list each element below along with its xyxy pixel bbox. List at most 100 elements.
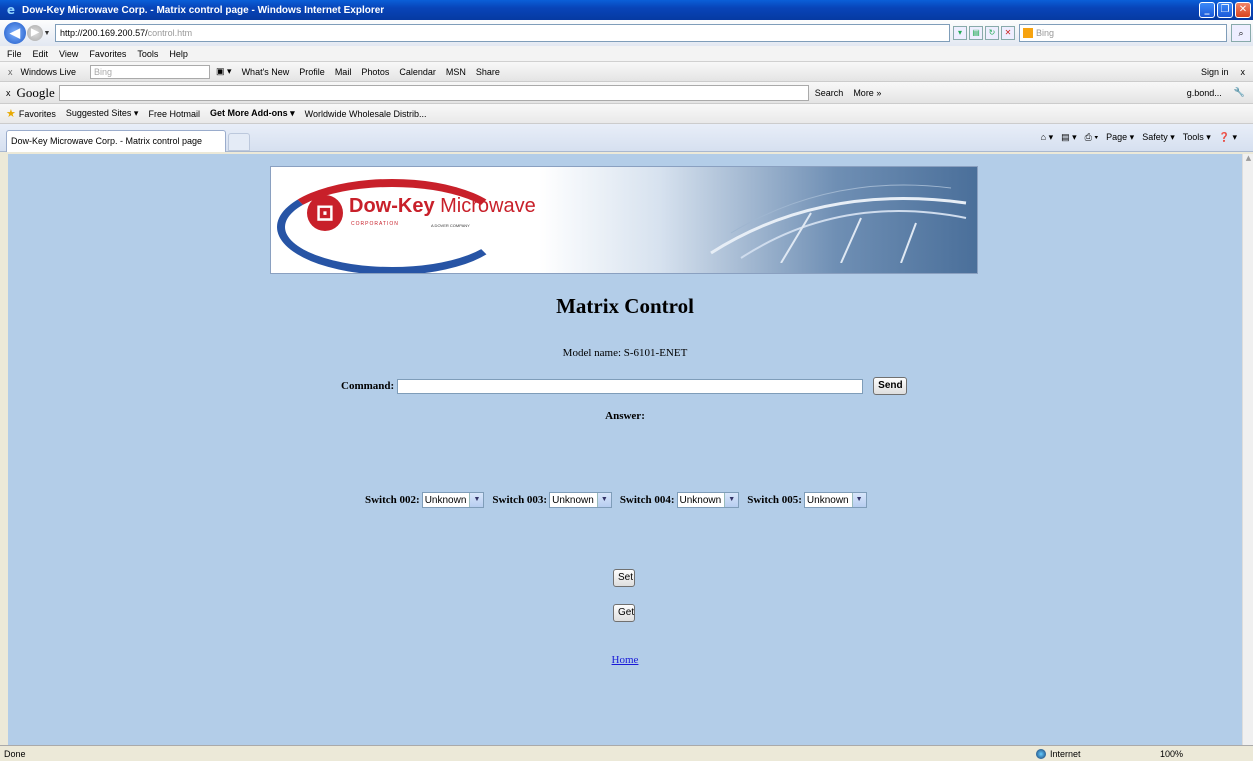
wl-search-input[interactable]: Bing — [90, 64, 211, 79]
search-icon[interactable]: ⌕ — [1231, 24, 1251, 42]
tab-title: Dow-Key Microwave Corp. - Matrix control… — [11, 136, 203, 146]
switch-select[interactable]: Unknown ▼ — [803, 492, 867, 508]
zoom-level[interactable]: 100% — [1160, 749, 1183, 759]
cmd-tools[interactable]: Tools ▾ — [1183, 132, 1211, 143]
wrench-icon[interactable]: 🔧 — [1234, 87, 1245, 98]
get-button[interactable]: Get — [613, 604, 635, 622]
answer-label: Answer: — [605, 410, 645, 422]
address-dropdown-icon[interactable]: ▾ — [953, 26, 967, 40]
search-placeholder: Bing — [1036, 28, 1055, 38]
menu-file[interactable]: File — [7, 49, 22, 59]
company-subtitle: CORPORATION — [351, 221, 399, 227]
switch-004: Switch 004: Unknown ▼ — [620, 492, 740, 508]
command-input[interactable] — [397, 378, 864, 394]
google-more[interactable]: More » — [853, 88, 881, 98]
google-logo: Google — [16, 84, 55, 100]
minimize-button[interactable]: _ — [1199, 2, 1215, 18]
wl-sign-in[interactable]: Sign in — [1201, 67, 1229, 77]
windows-live-label[interactable]: Windows Live — [21, 67, 77, 77]
window-title: Dow-Key Microwave Corp. - Matrix control… — [22, 4, 385, 16]
wl-calendar[interactable]: Calendar — [399, 67, 436, 77]
forward-button[interactable]: ▶ — [27, 25, 43, 41]
wl-profile[interactable]: Profile — [299, 67, 325, 77]
globe-icon — [1036, 748, 1046, 759]
home-link[interactable]: Home — [8, 654, 1242, 666]
wl-photos[interactable]: Photos — [361, 67, 389, 77]
status-text: Done — [4, 748, 26, 759]
switch-row: Switch 002: Unknown ▼ Switch 003: Unknow… — [365, 492, 875, 508]
chevron-down-icon[interactable]: ▼ — [851, 493, 866, 507]
favorites-bar: ★ Favorites Suggested Sites ▾ Free Hotma… — [0, 104, 1253, 124]
google-search-input[interactable] — [58, 84, 809, 101]
switch-002: Switch 002: Unknown ▼ — [365, 492, 485, 508]
switch-select-value: Unknown — [552, 494, 594, 506]
company-subtitle-2: A DOVER COMPANY — [431, 223, 470, 228]
feeds-icon[interactable]: ▤ ▾ — [1061, 132, 1077, 143]
switch-label: Switch 005: — [747, 494, 802, 506]
close-toolbar-icon[interactable]: x — [8, 67, 13, 77]
address-input[interactable]: http://200.169.200.57/control.htm — [55, 24, 950, 42]
favorites-label[interactable]: Favorites — [19, 109, 56, 119]
model-name: Model name: S-6101-ENET — [562, 347, 688, 359]
menu-edit[interactable]: Edit — [33, 49, 49, 59]
tab-matrix-control[interactable]: Dow-Key Microwave Corp. - Matrix control… — [6, 129, 226, 152]
google-right: g.bond... 🔧 — [1187, 87, 1245, 98]
stop-icon[interactable]: ✕ — [1001, 26, 1015, 40]
google-search-button[interactable]: Search — [815, 88, 844, 98]
google-user[interactable]: g.bond... — [1187, 88, 1222, 98]
menu-help[interactable]: Help — [169, 49, 188, 59]
ie-icon: e — [6, 3, 16, 17]
url-host: http://200.169.200.57/ — [60, 28, 148, 38]
page-content: ⊡ Dow-Key Microwave CORPORATION A DOVER … — [8, 154, 1242, 745]
cmd-page[interactable]: Page ▾ — [1106, 132, 1134, 143]
menu-tools[interactable]: Tools — [137, 49, 158, 59]
home-icon[interactable]: ⌂ ▾ — [1041, 132, 1053, 143]
compatibility-icon[interactable]: ▤ — [969, 26, 983, 40]
switch-select[interactable]: Unknown ▼ — [549, 492, 612, 508]
back-button[interactable]: ◀ — [4, 22, 26, 44]
favorites-star-icon: ★ — [6, 108, 16, 120]
switch-select[interactable]: Unknown ▼ — [421, 492, 485, 508]
refresh-icon[interactable]: ↻ — [985, 26, 999, 40]
wl-msn[interactable]: MSN — [446, 67, 466, 77]
scroll-up-icon[interactable]: ▲ — [1243, 154, 1253, 166]
company-name-suffix: Microwave — [440, 195, 536, 217]
search-input[interactable]: Bing — [1019, 24, 1227, 42]
print-icon[interactable]: ⎙ ▾ — [1085, 132, 1098, 143]
menu-bar: File Edit View Favorites Tools Help — [0, 46, 1253, 62]
fav-suggested-sites[interactable]: Suggested Sites ▾ — [66, 108, 139, 119]
wl-mail[interactable]: Mail — [335, 67, 352, 77]
chevron-down-icon[interactable]: ▼ — [469, 493, 484, 507]
help-icon[interactable]: ❓ ▾ — [1219, 132, 1237, 143]
set-button[interactable]: Set — [613, 569, 635, 587]
vertical-scrollbar[interactable]: ▲ — [1242, 154, 1253, 745]
send-button[interactable]: Send — [873, 377, 908, 395]
window-title-bar: e Dow-Key Microwave Corp. - Matrix contr… — [0, 0, 1253, 20]
maximize-button[interactable]: ❐ — [1217, 2, 1233, 18]
close-button[interactable]: ✕ — [1235, 2, 1251, 18]
security-zone: Internet — [1036, 748, 1081, 759]
address-toolbar: ◀ ▶ ▼ http://200.169.200.57/control.htm … — [0, 20, 1253, 46]
wl-close-icon[interactable]: x — [1241, 67, 1246, 77]
wl-search-icon[interactable]: ▣ ▾ — [216, 66, 232, 77]
menu-view[interactable]: View — [59, 49, 78, 59]
menu-favorites[interactable]: Favorites — [89, 49, 126, 59]
page-title: Matrix Control — [556, 294, 694, 318]
fav-get-more-addons[interactable]: Get More Add-ons ▾ — [210, 108, 295, 119]
wl-share[interactable]: Share — [476, 67, 500, 77]
history-dropdown-icon[interactable]: ▼ — [43, 30, 51, 37]
fav-free-hotmail[interactable]: Free Hotmail — [148, 109, 200, 119]
fav-worldwide-wholesale[interactable]: Worldwide Wholesale Distrib... — [305, 109, 427, 119]
new-tab-button[interactable] — [228, 132, 250, 151]
cmd-safety[interactable]: Safety ▾ — [1142, 132, 1175, 143]
switch-select[interactable]: Unknown ▼ — [676, 492, 740, 508]
company-banner: ⊡ Dow-Key Microwave CORPORATION A DOVER … — [270, 166, 978, 274]
close-google-toolbar-icon[interactable]: x — [6, 88, 11, 98]
bing-icon — [1023, 28, 1033, 38]
command-label: Command: — [341, 380, 395, 392]
satellite-dish-image — [710, 184, 967, 263]
chevron-down-icon[interactable]: ▼ — [724, 493, 739, 507]
wl-whats-new[interactable]: What's New — [242, 67, 290, 77]
switch-label: Switch 002: — [365, 494, 420, 506]
chevron-down-icon[interactable]: ▼ — [596, 493, 611, 507]
